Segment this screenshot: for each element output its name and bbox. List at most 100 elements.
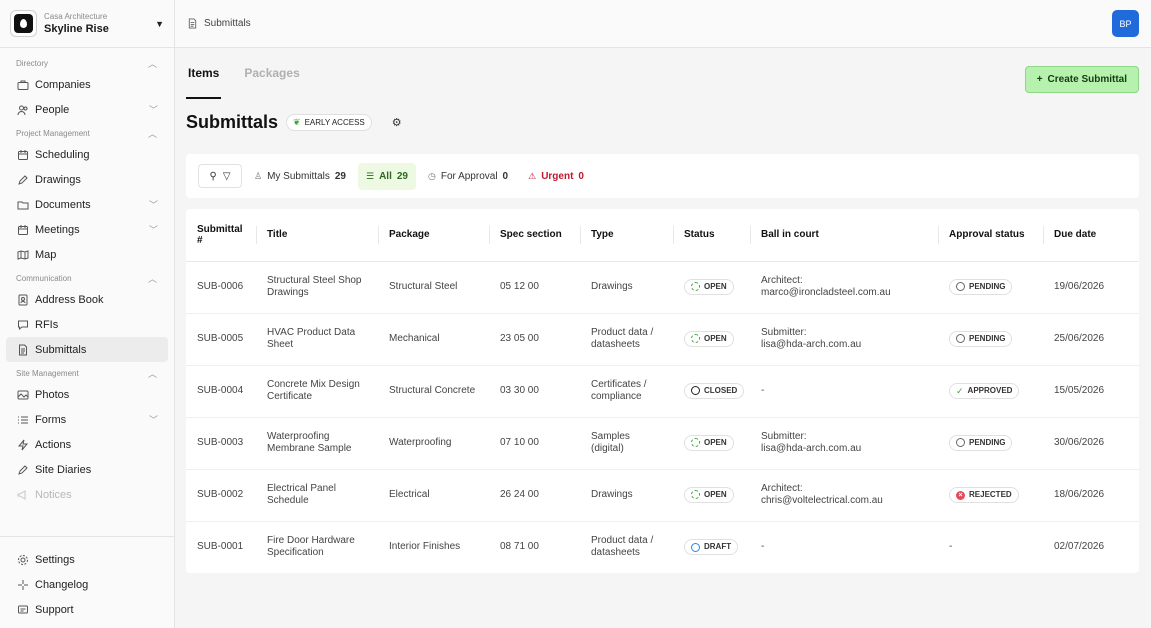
- sidebar-item-notices[interactable]: Notices: [6, 482, 168, 507]
- caret-down-icon[interactable]: ▼: [155, 19, 164, 29]
- chevron-down-icon[interactable]: ﹀: [149, 413, 158, 426]
- sidebar-item-scheduling[interactable]: Scheduling: [6, 142, 168, 167]
- lightning-icon: [17, 439, 29, 451]
- col-type[interactable]: Type: [580, 209, 673, 262]
- sidebar-item-support[interactable]: Support: [6, 597, 168, 622]
- sidebar-item-documents[interactable]: Documents ﹀: [6, 192, 168, 217]
- sidebar-item-companies[interactable]: Companies: [6, 72, 168, 97]
- sidebar-item-people[interactable]: People ﹀: [6, 97, 168, 122]
- cell-spec-section: 07 10 00: [489, 417, 580, 470]
- sidebar-item-actions[interactable]: Actions: [6, 432, 168, 457]
- sidebar-item-meetings[interactable]: Meetings ﹀: [6, 217, 168, 242]
- filter-icon: ▽: [222, 170, 231, 182]
- avatar[interactable]: BP: [1112, 10, 1139, 37]
- sidebar-item-settings[interactable]: Settings: [6, 547, 168, 572]
- project-switcher[interactable]: Casa Architecture Skyline Rise ▼: [0, 0, 174, 48]
- cell-status: OPEN: [673, 469, 750, 522]
- cell-ball-in-court: Architect: marco@ironcladsteel.com.au: [750, 261, 938, 314]
- calendar-icon: [17, 224, 29, 236]
- col-package[interactable]: Package: [378, 209, 489, 262]
- section-directory[interactable]: Directory ︿: [0, 55, 174, 72]
- sparkle-icon: [17, 579, 29, 591]
- warning-icon: ⚠: [528, 170, 537, 181]
- briefcase-icon: [17, 79, 29, 91]
- user-icon: ♙: [254, 170, 263, 181]
- section-site-management[interactable]: Site Management ︿: [0, 365, 174, 382]
- filter-for-approval[interactable]: ◷ For Approval 0: [420, 163, 516, 190]
- chevron-up-icon[interactable]: ︿: [148, 367, 157, 380]
- address-book-icon: [17, 294, 29, 306]
- approval-badge: PENDING: [949, 278, 1013, 295]
- chevron-up-icon[interactable]: ︿: [148, 127, 157, 140]
- table-row[interactable]: SUB-0006 Structural Steel Shop Drawings …: [186, 261, 1139, 314]
- cell-due-date: 19/06/2026: [1043, 261, 1139, 314]
- sidebar-item-photos[interactable]: Photos: [6, 382, 168, 407]
- breadcrumb: Submittals: [187, 18, 1112, 29]
- image-icon: [17, 389, 29, 401]
- sidebar-item-map[interactable]: Map: [6, 242, 168, 267]
- ball-role: Submitter:: [761, 327, 807, 338]
- chevron-up-icon[interactable]: ︿: [148, 57, 157, 70]
- filter-urgent[interactable]: ⚠ Urgent 0: [520, 163, 592, 190]
- search-filter-button[interactable]: ⚲ ▽: [198, 164, 242, 188]
- tab-items[interactable]: Items: [186, 59, 222, 99]
- cell-package: Electrical: [378, 469, 489, 522]
- x-circle-icon: ×: [956, 490, 965, 500]
- cell-type: Product data / datasheets: [580, 313, 673, 366]
- col-due-date[interactable]: Due date: [1043, 209, 1139, 262]
- table-row[interactable]: SUB-0005 HVAC Product Data Sheet Mechani…: [186, 313, 1139, 366]
- col-title[interactable]: Title: [256, 209, 378, 262]
- sidebar-item-rfis[interactable]: RFIs: [6, 312, 168, 337]
- col-approval-status[interactable]: Approval status: [938, 209, 1043, 262]
- status-open-icon: [691, 438, 700, 448]
- chevron-up-icon[interactable]: ︿: [148, 272, 157, 285]
- filter-all[interactable]: ☰ All 29: [358, 162, 416, 190]
- table-row[interactable]: SUB-0001 Fire Door Hardware Specificatio…: [186, 521, 1139, 573]
- table-row[interactable]: SUB-0004 Concrete Mix Design Certificate…: [186, 365, 1139, 418]
- cell-title: Electrical Panel Schedule: [256, 469, 378, 522]
- sidebar-nav: Directory ︿ Companies People ﹀ Project Man…: [0, 48, 174, 507]
- gear-icon[interactable]: ⚙: [392, 116, 402, 129]
- sidebar-item-changelog[interactable]: Changelog: [6, 572, 168, 597]
- col-spec-section[interactable]: Spec section: [489, 209, 580, 262]
- tabs: Items Packages: [186, 59, 323, 99]
- clock-icon: ◷: [427, 170, 436, 181]
- cell-type: Samples (digital): [580, 417, 673, 470]
- section-communication[interactable]: Communication ︿: [0, 270, 174, 287]
- col-status[interactable]: Status: [673, 209, 750, 262]
- cell-title: Concrete Mix Design Certificate: [256, 365, 378, 418]
- tab-packages[interactable]: Packages: [242, 59, 301, 99]
- create-submittal-button[interactable]: + Create Submittal: [1024, 65, 1139, 93]
- col-ball-in-court[interactable]: Ball in court: [750, 209, 938, 262]
- sidebar-item-address-book[interactable]: Address Book: [6, 287, 168, 312]
- filter-my-submittals[interactable]: ♙ My Submittals 29: [246, 163, 354, 190]
- chevron-down-icon[interactable]: ﹀: [149, 103, 158, 116]
- sidebar-item-drawings[interactable]: Drawings: [6, 167, 168, 192]
- breadcrumb-current[interactable]: Submittals: [204, 18, 251, 29]
- cell-ball-in-court: Architect: chris@voltelectrical.com.au: [750, 469, 938, 522]
- table-row[interactable]: SUB-0003 Waterproofing Membrane Sample W…: [186, 417, 1139, 470]
- sidebar-item-site-diaries[interactable]: Site Diaries: [6, 457, 168, 482]
- calendar-icon: [17, 149, 29, 161]
- table-row[interactable]: SUB-0002 Electrical Panel Schedule Elect…: [186, 469, 1139, 522]
- section-project-management[interactable]: Project Management ︿: [0, 125, 174, 142]
- list-icon: [17, 414, 29, 426]
- search-icon: ⚲: [209, 170, 217, 182]
- filter-bar: ⚲ ▽ ♙ My Submittals 29 ☰ All 29 ◷ For Ap…: [186, 154, 1139, 198]
- ball-email: lisa@hda-arch.com.au: [761, 339, 862, 350]
- cell-ball-in-court: -: [750, 365, 938, 418]
- cell-due-date: 30/06/2026: [1043, 417, 1139, 470]
- cell-submittal-num: SUB-0001: [197, 541, 244, 553]
- chevron-down-icon[interactable]: ﹀: [149, 223, 158, 236]
- cell-due-date: 15/05/2026: [1043, 365, 1139, 418]
- ball-email: marco@ironcladsteel.com.au: [761, 287, 891, 298]
- cell-package: Interior Finishes: [389, 541, 461, 553]
- chevron-down-icon[interactable]: ﹀: [149, 198, 158, 211]
- cell-ball-in-court: Submitter: lisa@hda-arch.com.au: [750, 313, 938, 366]
- col-submittal-num[interactable]: Submittal #: [186, 209, 256, 262]
- cell-status: OPEN: [673, 313, 750, 366]
- ball-role: Submitter:: [761, 431, 807, 442]
- sidebar-item-forms[interactable]: Forms ﹀: [6, 407, 168, 432]
- sidebar-item-submittals[interactable]: Submittals: [6, 337, 168, 362]
- project-logo: [10, 10, 37, 37]
